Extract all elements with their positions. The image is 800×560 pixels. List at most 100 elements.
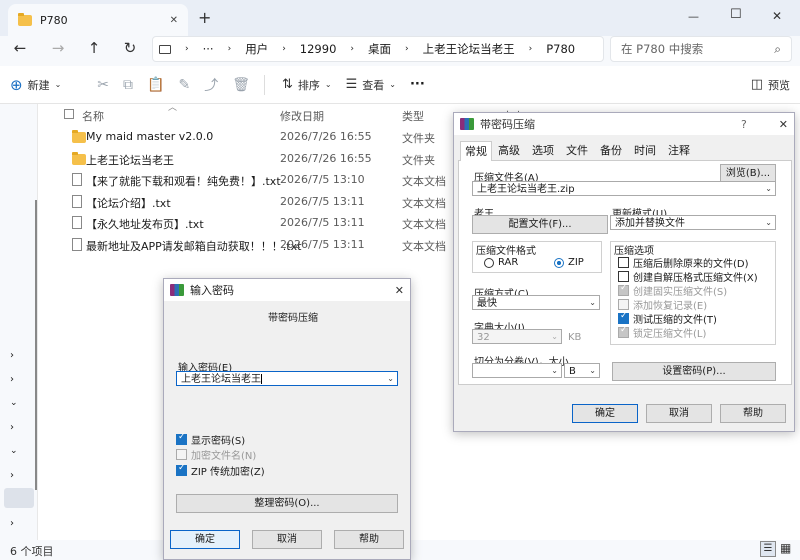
collapse-chevron-icon[interactable]: ⌄ (10, 446, 18, 456)
tab-options[interactable]: 选项 (528, 141, 558, 161)
show-password-checkbox[interactable]: 显示密码(S) (176, 432, 245, 447)
select-all-checkbox[interactable] (64, 109, 74, 119)
up-button[interactable]: ↑ (82, 36, 106, 60)
cut-icon[interactable]: ✂ (97, 77, 109, 93)
breadcrumb-desktop[interactable]: 桌面 (368, 41, 391, 57)
opt-lock-checkbox[interactable]: 锁定压缩文件(L) (618, 325, 706, 340)
file-row[interactable]: 【永久地址发布页】.txt 2026/7/5 13:11 文本文档 (60, 212, 460, 233)
archive-name-field[interactable]: 上老王论坛当老王.zip ⌄ (472, 181, 776, 196)
close-icon[interactable]: ✕ (395, 284, 404, 297)
details-view-icon[interactable]: ☰ (760, 541, 776, 557)
refresh-button[interactable]: ↻ (118, 36, 142, 60)
tab-comment[interactable]: 注释 (664, 141, 694, 161)
breadcrumb-current[interactable]: P780 (546, 42, 575, 56)
tab-advanced[interactable]: 高级 (494, 141, 524, 161)
ok-button[interactable]: 确定 (170, 530, 240, 549)
breadcrumb-users[interactable]: 用户 (245, 41, 268, 57)
collapse-chevron-icon[interactable]: ⌄ (10, 398, 18, 408)
breadcrumb-folder[interactable]: 上老王论坛当老王 (423, 41, 515, 57)
close-button[interactable]: ✕ (772, 9, 782, 23)
expand-chevron-icon[interactable]: › (10, 518, 14, 529)
expand-chevron-icon[interactable]: › (10, 422, 14, 433)
update-mode-select[interactable]: 添加并替换文件 ⌄ (610, 215, 776, 230)
organize-passwords-button[interactable]: 整理密码(O)... (176, 494, 398, 513)
expand-chevron-icon[interactable]: › (10, 374, 14, 385)
tab-close-icon[interactable]: ✕ (170, 15, 178, 26)
forward-button[interactable]: → (46, 36, 70, 60)
password-input[interactable]: 上老王论坛当老王 ⌄ (176, 371, 398, 386)
file-row[interactable]: 【来了就能下载和观看！纯免费！】.txt 2026/7/5 13:10 文本文档 (60, 169, 460, 190)
ok-button[interactable]: 确定 (572, 404, 638, 423)
tab-backup[interactable]: 备份 (596, 141, 626, 161)
split-size-field[interactable]: ⌄ (472, 363, 562, 378)
column-name[interactable]: 名称 (82, 108, 104, 124)
search-box[interactable]: 在 P780 中搜索 ⌕ (610, 36, 792, 62)
tab-files[interactable]: 文件 (562, 141, 592, 161)
expand-chevron-icon[interactable]: › (10, 470, 14, 481)
plus-circle-icon: ⊕ (10, 75, 23, 94)
chevron-down-icon: ⌄ (389, 80, 396, 89)
maximize-button[interactable]: ☐ (730, 7, 742, 22)
back-button[interactable]: ← (8, 36, 32, 60)
search-icon[interactable]: ⌕ (774, 42, 781, 57)
help-button[interactable]: 帮助 (720, 404, 786, 423)
address-bar[interactable]: › ··· › 用户 › 12990 › 桌面 › 上老王论坛当老王 › P78… (152, 36, 604, 62)
expand-chevron-icon[interactable]: › (10, 350, 14, 361)
more-path-button[interactable]: ··· (203, 42, 214, 56)
split-unit-select[interactable]: B ⌄ (564, 363, 600, 378)
copy-icon[interactable]: ⧉ (123, 77, 133, 93)
tab-time[interactable]: 时间 (630, 141, 660, 161)
sidebar-item-selected[interactable] (4, 488, 34, 508)
sort-button[interactable]: ⇅ 排序 ⌄ (282, 77, 332, 93)
tab-general[interactable]: 常规 (460, 141, 492, 161)
rar-radio[interactable]: RAR (484, 257, 518, 268)
help-icon[interactable]: ? (741, 118, 747, 131)
breadcrumb-user[interactable]: 12990 (300, 42, 337, 56)
new-button[interactable]: ⊕ 新建 ⌄ (10, 76, 61, 94)
method-select[interactable]: 最快 ⌄ (472, 295, 600, 310)
file-row[interactable]: My maid master v2.0.0 2026/7/26 16:55 文件夹 (60, 126, 460, 147)
tiles-view-icon[interactable]: ▦ (780, 541, 791, 555)
cancel-button[interactable]: 取消 (646, 404, 712, 423)
item-count: 6 个项目 (10, 545, 54, 558)
opt-sfx-checkbox[interactable]: 创建自解压格式压缩文件(X) (618, 269, 758, 284)
preview-button[interactable]: ◫ 预览 (751, 77, 790, 93)
profiles-button[interactable]: 配置文件(F)... (472, 215, 608, 234)
encrypt-names-checkbox[interactable]: 加密文件名(N) (176, 447, 256, 462)
file-date: 2026/7/26 16:55 (280, 151, 372, 165)
archive-dialog-title: 带密码压缩 (480, 118, 535, 131)
column-type[interactable]: 类型 (402, 108, 424, 124)
delete-icon[interactable]: 🗑 (232, 77, 250, 93)
chevron-right-icon: › (350, 44, 354, 54)
view-button[interactable]: ☰ 查看 ⌄ (346, 77, 396, 93)
text-file-icon (72, 194, 82, 208)
cancel-button[interactable]: 取消 (252, 530, 322, 549)
search-input[interactable]: 在 P780 中搜索 (621, 41, 703, 57)
opt-recovery-checkbox[interactable]: 添加恢复记录(E) (618, 297, 707, 312)
dict-select[interactable]: 32 ⌄ (472, 329, 562, 344)
minimize-button[interactable]: — (688, 10, 699, 23)
opt-solid-checkbox[interactable]: 创建固实压缩文件(S) (618, 283, 727, 298)
close-icon[interactable]: ✕ (779, 118, 788, 131)
file-row[interactable]: 上老王论坛当老王 2026/7/26 16:55 文件夹 (60, 148, 460, 169)
column-date[interactable]: 修改日期 (280, 108, 324, 124)
file-date: 2026/7/5 13:11 (280, 216, 365, 229)
file-type: 文件夹 (402, 132, 435, 145)
share-icon[interactable]: ⤴ (204, 75, 218, 95)
opt-delete-checkbox[interactable]: 压缩后删除原来的文件(D) (618, 255, 749, 270)
zip-legacy-checkbox[interactable]: ZIP 传统加密(Z) (176, 463, 265, 478)
file-row[interactable]: 最新地址及APP请发邮箱自动获取！！！.txt 2026/7/5 13:11 文本文… (60, 234, 460, 255)
set-password-button[interactable]: 设置密码(P)... (612, 362, 776, 381)
file-row[interactable]: 【论坛介绍】.txt 2026/7/5 13:11 文本文档 (60, 191, 460, 212)
rename-icon[interactable]: ✎ (178, 77, 190, 93)
tab-p780[interactable]: P780 ✕ (8, 4, 188, 36)
zip-radio[interactable]: ZIP (554, 257, 584, 268)
paste-icon[interactable]: 📋 (147, 77, 164, 93)
new-tab-button[interactable]: + (198, 8, 211, 27)
vertical-scrollbar[interactable] (35, 200, 37, 490)
see-more-button[interactable]: ··· (410, 77, 425, 92)
opt-test-checkbox[interactable]: 测试压缩的文件(T) (618, 311, 717, 326)
file-type: 文本文档 (402, 218, 446, 231)
help-button[interactable]: 帮助 (334, 530, 404, 549)
file-name: 【论坛介绍】.txt (86, 196, 171, 210)
